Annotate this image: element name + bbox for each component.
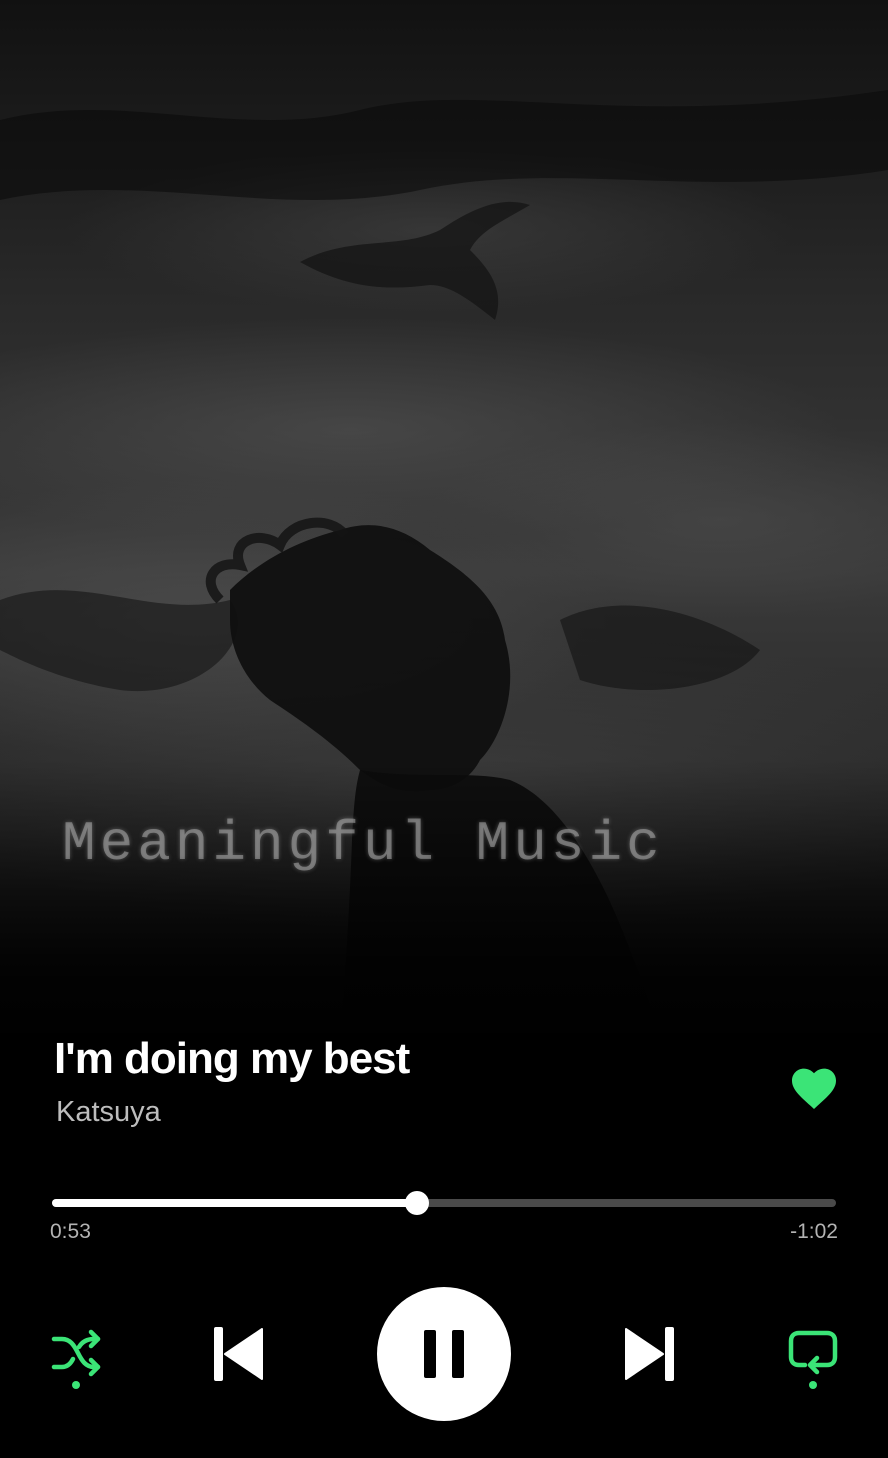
- skip-next-icon: [625, 1327, 674, 1381]
- artwork-watermark: Meaningful Music: [62, 812, 664, 876]
- play-pause-button[interactable]: [377, 1287, 511, 1421]
- next-track-button[interactable]: [612, 1318, 688, 1390]
- shuffle-button[interactable]: [44, 1322, 108, 1394]
- previous-track-button[interactable]: [200, 1318, 276, 1390]
- track-title: I'm doing my best: [54, 1034, 410, 1083]
- repeat-icon: [788, 1330, 838, 1389]
- progress-bar[interactable]: [52, 1191, 836, 1215]
- time-elapsed: 0:53: [50, 1220, 91, 1243]
- track-artist[interactable]: Katsuya: [56, 1096, 161, 1129]
- time-remaining: -1:02: [790, 1220, 838, 1243]
- artwork-fade: [0, 760, 888, 1040]
- heart-icon: [792, 1068, 836, 1109]
- now-playing-screen: Meaningful Music I'm doing my best Katsu…: [0, 0, 888, 1458]
- shuffle-icon: [51, 1329, 101, 1389]
- album-artwork: Meaningful Music: [0, 0, 888, 1040]
- progress-bar-fill: [52, 1199, 418, 1207]
- pause-icon: [424, 1330, 464, 1378]
- like-button[interactable]: [786, 1060, 842, 1116]
- skip-previous-icon: [214, 1327, 263, 1381]
- repeat-button[interactable]: [780, 1322, 846, 1394]
- progress-bar-handle[interactable]: [405, 1191, 430, 1215]
